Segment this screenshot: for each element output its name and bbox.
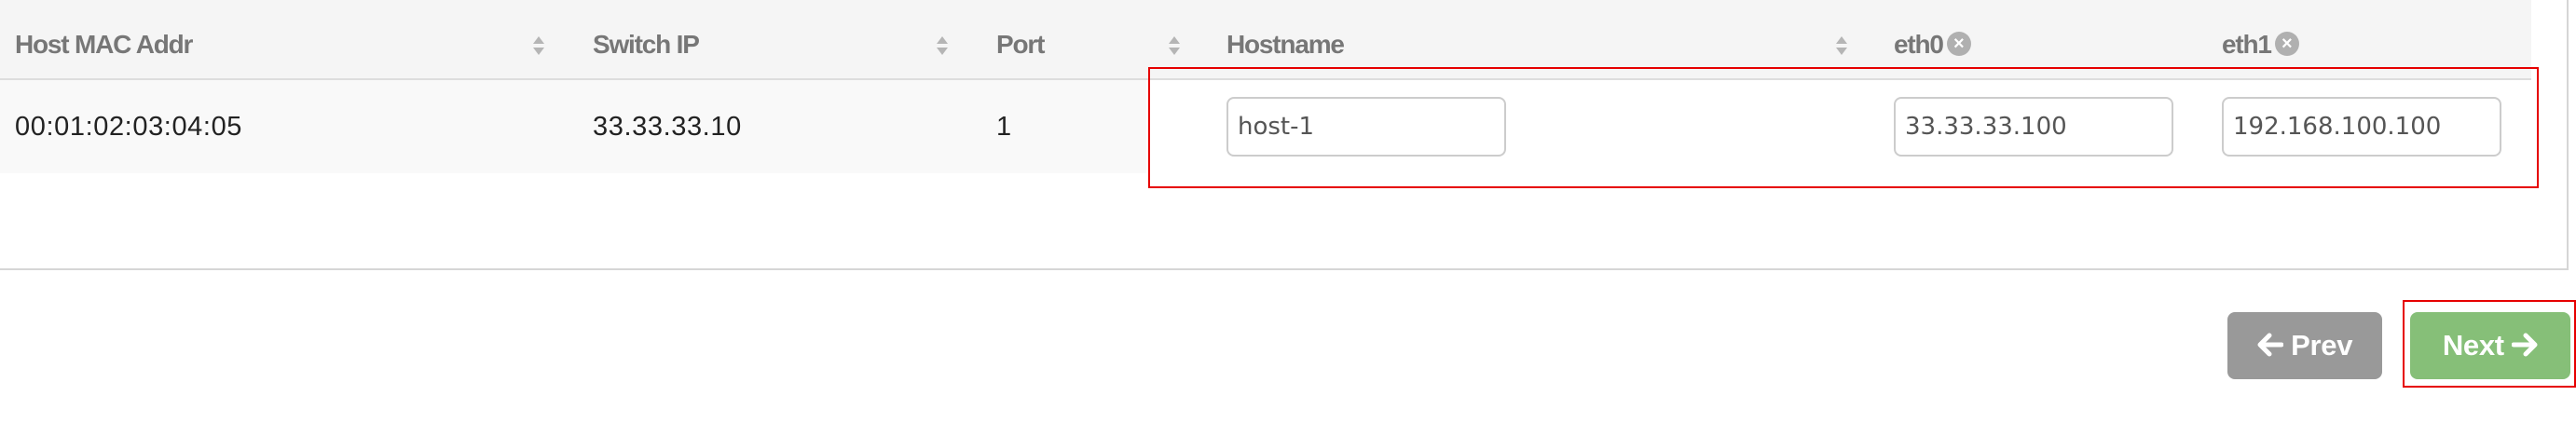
sort-icon[interactable] bbox=[936, 35, 949, 56]
sort-icon[interactable] bbox=[532, 35, 545, 56]
row-inputs-highlight-box bbox=[1148, 67, 2539, 188]
column-header-label: Switch IP bbox=[593, 30, 700, 59]
mac-address-cell: 00:01:02:03:04:05 bbox=[15, 112, 243, 142]
prev-button-label: Prev bbox=[2291, 329, 2353, 362]
remove-column-icon[interactable]: × bbox=[1946, 31, 1971, 56]
remove-column-icon[interactable]: × bbox=[2274, 31, 2299, 56]
column-header-label: Port bbox=[996, 30, 1045, 59]
column-header-switch-ip[interactable]: Switch IP bbox=[593, 0, 700, 80]
switch-ip-cell: 33.33.33.10 bbox=[593, 112, 742, 142]
sort-icon[interactable] bbox=[1168, 35, 1181, 56]
next-button-highlight-box bbox=[2403, 300, 2576, 388]
sort-icon[interactable] bbox=[1835, 35, 1848, 56]
column-header-label: eth0 bbox=[1894, 30, 1944, 59]
port-cell: 1 bbox=[996, 112, 1012, 142]
column-header-label: Host MAC Addr bbox=[15, 30, 193, 59]
column-header-port[interactable]: Port bbox=[996, 0, 1045, 80]
column-header-label: eth1 bbox=[2222, 30, 2272, 59]
arrow-left-icon bbox=[2257, 333, 2283, 357]
column-header-label: Hostname bbox=[1226, 30, 1345, 59]
column-header-host-mac-addr[interactable]: Host MAC Addr bbox=[15, 0, 193, 80]
prev-button[interactable]: Prev bbox=[2227, 312, 2382, 379]
